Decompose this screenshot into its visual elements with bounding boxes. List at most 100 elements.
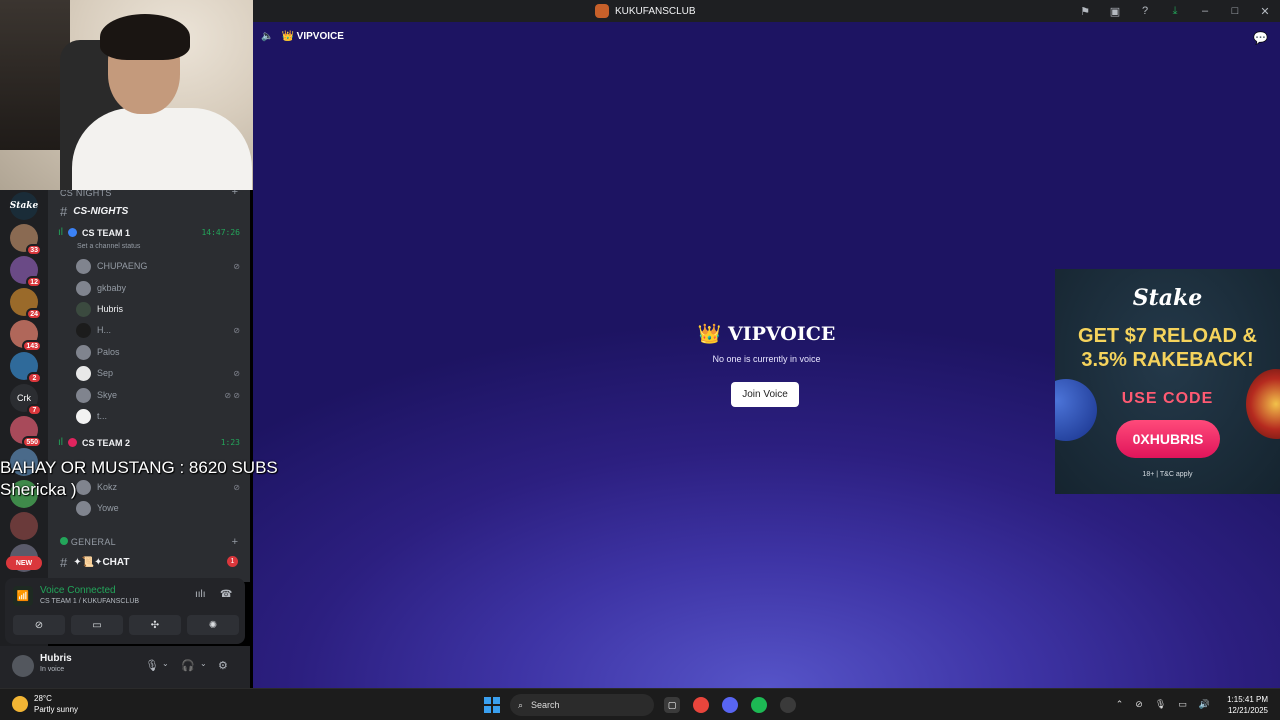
channel-label: ✦📜✦CHAT: [73, 557, 130, 568]
inbox-icon[interactable]: ▣: [1100, 0, 1130, 22]
voice-timer: 14:47:26: [201, 228, 240, 237]
speaker-icon[interactable]: 🔈: [261, 31, 273, 42]
camera-button[interactable]: ⊘: [13, 615, 65, 635]
channel-chat[interactable]: # ✦📜✦CHAT: [60, 555, 129, 570]
voice-status-subtitle[interactable]: CS TEAM 1 / KUKUFANSCLUB: [40, 598, 139, 605]
voice-activity-icon: ıl: [58, 227, 63, 238]
server-item[interactable]: 550: [10, 416, 42, 448]
stage-header: 🔈 👑 VIPVOICE: [261, 31, 344, 42]
weather-desc: Partly sunny: [34, 705, 79, 714]
channel-cs-nights[interactable]: # CS-NIGHTS: [60, 204, 128, 219]
server-item[interactable]: 33: [10, 224, 42, 256]
chevron-up-icon[interactable]: ⌃: [1116, 699, 1124, 710]
deafened-icon: ⊘ ⊘: [224, 390, 240, 400]
activities-button[interactable]: ✣: [129, 615, 181, 635]
avatar: [76, 387, 91, 403]
chat-icon[interactable]: 💬: [1253, 31, 1268, 45]
general-dot: [60, 537, 68, 545]
close-button[interactable]: ✕: [1250, 0, 1280, 22]
microphone-icon[interactable]: 🎙: [1155, 699, 1166, 710]
notification-muted-icon[interactable]: ⊘: [1135, 699, 1143, 710]
avatar: [76, 258, 91, 274]
avatar[interactable]: [12, 655, 34, 677]
discord-icon[interactable]: [722, 697, 738, 713]
spotify-icon[interactable]: [751, 697, 767, 713]
server-item[interactable]: 12: [10, 256, 42, 288]
server-item[interactable]: [10, 512, 38, 540]
task-view-icon[interactable]: ▢: [664, 697, 680, 713]
team-dot: [68, 438, 77, 447]
channel-status[interactable]: Set a channel status: [77, 243, 140, 250]
category-general[interactable]: GENERAL: [60, 537, 116, 547]
avatar: [76, 408, 91, 424]
join-voice-button[interactable]: Join Voice: [731, 382, 799, 407]
weather-widget[interactable]: 28°C Partly sunny: [12, 693, 78, 715]
voice-channel-cs-team-1[interactable]: ıl CS TEAM 1 14:47:26: [58, 227, 240, 238]
app-icon[interactable]: [780, 697, 796, 713]
server-item[interactable]: Stake: [10, 192, 38, 220]
headphones-icon[interactable]: 🎧: [181, 659, 195, 672]
user-name[interactable]: Hubris: [40, 653, 72, 664]
voice-user-name: H...: [97, 325, 112, 335]
network-icon[interactable]: ▭: [1178, 699, 1187, 710]
server-label: Stake: [9, 201, 39, 211]
avatar: [76, 365, 91, 381]
gear-icon[interactable]: ⚙: [218, 659, 228, 672]
voice-user[interactable]: H... ⊘: [76, 321, 240, 339]
voice-user[interactable]: CHUPAENG ⊘: [76, 257, 240, 275]
volume-icon[interactable]: 🔊: [1199, 699, 1210, 710]
stream-overlay-text: BAHAY OR MUSTANG : 8620 SUBS Shericka ): [0, 457, 278, 501]
server-badge: 2: [27, 372, 42, 384]
start-button[interactable]: [484, 697, 500, 713]
voice-user-name: Palos: [97, 347, 120, 357]
channel-label: CS-NIGHTS: [73, 206, 129, 217]
disconnect-icon[interactable]: ☎: [220, 589, 232, 600]
voice-channel-cs-team-2[interactable]: ıl CS TEAM 2 1:23: [58, 437, 240, 448]
ad-promo-code: 0XHUBRIS: [1116, 420, 1220, 458]
voice-user[interactable]: Hubris: [76, 300, 240, 318]
voice-timer: 1:23: [220, 438, 240, 447]
chrome-icon[interactable]: [693, 697, 709, 713]
ad-legal: 18+ | T&C apply: [1142, 471, 1193, 478]
voice-user[interactable]: t...: [76, 407, 240, 425]
muted-icon: ⊘: [233, 325, 240, 335]
muted-icon: ⊘: [233, 368, 240, 378]
voice-user[interactable]: Sep ⊘: [76, 364, 240, 382]
signal-icon[interactable]: 📶: [13, 586, 33, 606]
unread-badge: 1: [227, 556, 238, 567]
server-item[interactable]: 143: [10, 320, 42, 352]
noise-suppression-icon[interactable]: ıılı: [195, 589, 206, 600]
window-title-group: KUKUFANSCLUB: [595, 3, 696, 19]
screen-share-button[interactable]: ▭: [71, 615, 123, 635]
user-status: In voice: [40, 666, 65, 673]
download-icon[interactable]: ⤓: [1160, 0, 1190, 22]
voice-user[interactable]: Skye ⊘ ⊘: [76, 386, 240, 404]
maximize-button[interactable]: □: [1220, 0, 1250, 22]
flag-icon[interactable]: ⚑: [1070, 0, 1100, 22]
chevron-down-icon[interactable]: ⌄: [162, 659, 169, 668]
add-channel-icon[interactable]: +: [232, 536, 238, 548]
avatar: [76, 322, 91, 338]
voice-status-title[interactable]: Voice Connected: [40, 585, 116, 596]
category-label: GENERAL: [70, 537, 116, 547]
chevron-down-icon[interactable]: ⌄: [200, 659, 207, 668]
soundboard-button[interactable]: ✺: [187, 615, 239, 635]
clock[interactable]: 1:15:41 PM 12/21/2025: [1227, 694, 1268, 716]
server-item[interactable]: Crk 7: [10, 384, 42, 416]
voice-user[interactable]: gkbaby: [76, 279, 240, 297]
voice-action-buttons: ⊘ ▭ ✣ ✺: [13, 615, 239, 635]
help-icon[interactable]: ?: [1130, 0, 1160, 22]
minimize-button[interactable]: –: [1190, 0, 1220, 22]
server-badge: 7: [27, 404, 42, 416]
channel-sidebar: CS NIGHTS + # CS-NIGHTS ıl CS TEAM 1 14:…: [48, 186, 250, 582]
user-panel: Hubris In voice 🎙 ⌄ 🎧 ⌄ ⚙: [0, 646, 250, 688]
microphone-icon[interactable]: 🎙: [145, 659, 159, 672]
voice-user[interactable]: Yowe: [76, 499, 240, 517]
server-item[interactable]: 2: [10, 352, 42, 384]
taskbar-search[interactable]: ⌕ Search: [510, 694, 654, 716]
stake-ad[interactable]: Stake GET $7 RELOAD & 3.5% RAKEBACK! USE…: [1055, 269, 1280, 494]
overlay-line2: Shericka ): [0, 480, 77, 499]
voice-user[interactable]: Palos: [76, 343, 240, 361]
server-item[interactable]: 24: [10, 288, 42, 320]
stage-header-title: 👑 VIPVOICE: [281, 31, 344, 42]
